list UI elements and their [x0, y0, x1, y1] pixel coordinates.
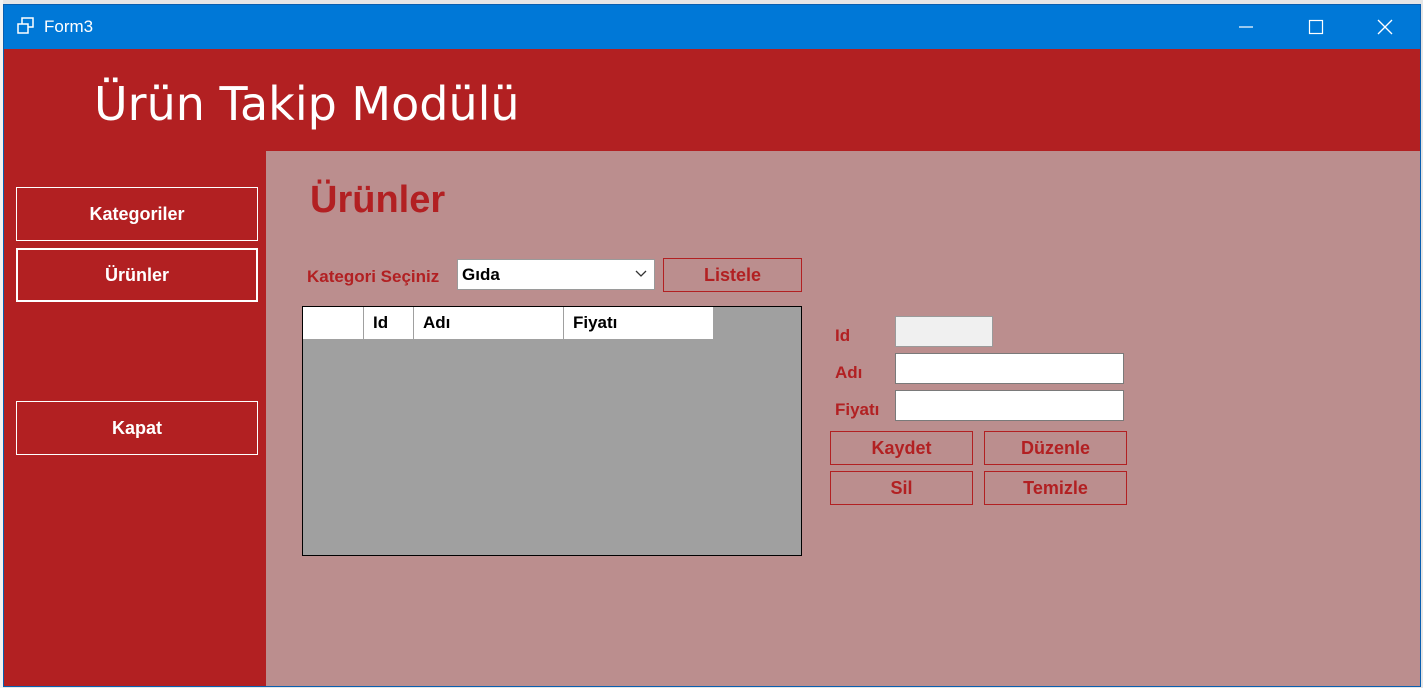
category-select[interactable]: Gıda — [457, 259, 655, 290]
grid-row-header-cell[interactable] — [303, 307, 364, 340]
id-field[interactable] — [895, 316, 993, 347]
delete-button[interactable]: Sil — [830, 471, 973, 505]
close-button[interactable] — [1350, 5, 1420, 49]
products-grid[interactable]: Id Adı Fiyatı — [302, 306, 802, 556]
sidebar-item-close[interactable]: Kapat — [16, 401, 258, 455]
window-title: Form3 — [44, 17, 94, 36]
maximize-icon — [1308, 19, 1324, 35]
list-button[interactable]: Listele — [663, 258, 802, 292]
chevron-down-icon — [635, 270, 647, 277]
close-icon — [1377, 19, 1393, 35]
sidebar-item-products[interactable]: Ürünler — [16, 248, 258, 302]
clear-button[interactable]: Temizle — [984, 471, 1127, 505]
name-field[interactable] — [895, 353, 1124, 384]
grid-column-price[interactable]: Fiyatı — [564, 307, 714, 340]
edit-button[interactable]: Düzenle — [984, 431, 1127, 465]
minimize-button[interactable] — [1211, 5, 1281, 49]
category-select-value: Gıda — [462, 265, 500, 284]
page-title: Ürünler — [310, 179, 446, 221]
minimize-icon — [1239, 26, 1253, 28]
name-label: Adı — [835, 363, 863, 382]
grid-column-name[interactable]: Adı — [414, 307, 564, 340]
maximize-button[interactable] — [1281, 5, 1351, 49]
sidebar-item-categories[interactable]: Kategoriler — [16, 187, 258, 241]
main-content: Ürünler Kategori Seçiniz Gıda Listele Id… — [266, 151, 1420, 686]
id-label: Id — [835, 326, 851, 345]
price-label: Fiyatı — [835, 400, 880, 419]
app-title: Ürün Takip Modülü — [94, 77, 520, 131]
grid-header: Id Adı Fiyatı — [303, 307, 714, 340]
form-window: Form3 Ürün Takip Modülü Kategoriler Ürün… — [4, 5, 1420, 686]
title-bar[interactable]: Form3 — [4, 5, 1420, 49]
app-window-icon — [17, 17, 34, 34]
save-button[interactable]: Kaydet — [830, 431, 973, 465]
app-header: Ürün Takip Modülü — [4, 49, 1420, 151]
grid-column-id[interactable]: Id — [364, 307, 414, 340]
category-label: Kategori Seçiniz — [307, 267, 440, 286]
sidebar: Kategoriler Ürünler Kapat — [4, 151, 266, 686]
desktop-edge — [0, 0, 3, 688]
price-field[interactable] — [895, 390, 1124, 421]
